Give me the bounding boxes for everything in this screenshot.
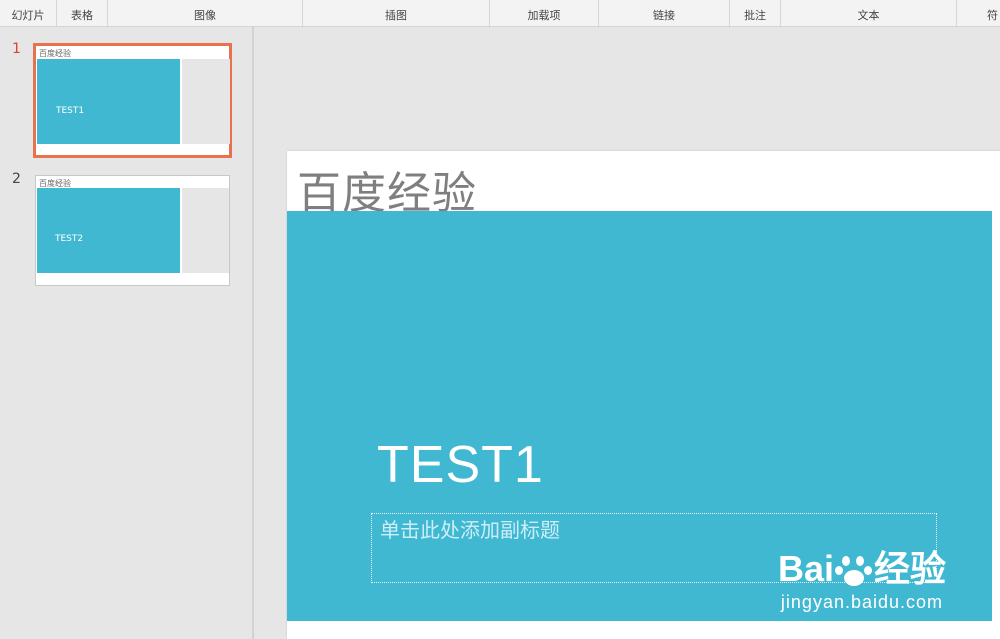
slide-heading[interactable]: TEST1 (377, 435, 544, 495)
slide-thumbnail-2[interactable]: 百度经验 TEST2 (35, 175, 230, 286)
ribbon-group-tables[interactable]: 表格 (57, 0, 108, 26)
paw-icon (834, 554, 874, 588)
ribbon-group-label: 幻灯片 (11, 9, 45, 22)
thumbnail-heading: TEST1 (56, 106, 85, 116)
ribbon-group-label: 插图 (385, 9, 407, 22)
thumbnail-teal-block (37, 188, 180, 273)
thumbnail-teal-block (37, 59, 180, 144)
slide-thumbnail-1[interactable]: 百度经验 TEST1 (33, 43, 232, 158)
thumbnail-title: 百度经验 (39, 49, 71, 58)
ribbon-group-label: 文本 (857, 9, 880, 22)
thumbnail-number: 1 (12, 41, 21, 57)
ribbon: 幻灯片 表格 图像 插图 加载项 链接 批注 文本 符 (0, 0, 1000, 27)
ribbon-group-addins[interactable]: 加载项 (490, 0, 599, 26)
watermark-logo-left: Bai (777, 548, 834, 589)
thumbnail-gray-block (182, 59, 230, 144)
ribbon-group-slides[interactable]: 幻灯片 (0, 0, 57, 26)
ribbon-group-comments[interactable]: 批注 (730, 0, 781, 26)
thumbnail-number: 2 (12, 171, 21, 187)
watermark-logo-right: 经验 (873, 548, 946, 589)
ribbon-group-symbols[interactable]: 符 (957, 0, 1000, 26)
ribbon-group-links[interactable]: 链接 (599, 0, 730, 26)
ribbon-group-illustrations[interactable]: 插图 (303, 0, 490, 26)
watermark-logo: Bai 经验 (778, 540, 946, 592)
ribbon-group-label: 图像 (194, 9, 216, 22)
watermark-url: jingyan.baidu.com (780, 592, 944, 612)
ribbon-group-images[interactable]: 图像 (108, 0, 303, 26)
ribbon-group-text[interactable]: 文本 (781, 0, 957, 26)
subtitle-placeholder-text: 单击此处添加副标题 (380, 518, 560, 542)
baidu-jingyan-watermark: Bai 经验 jingyan.baidu.com (778, 540, 946, 613)
ribbon-group-label: 链接 (653, 9, 675, 22)
ribbon-group-label: 批注 (744, 9, 766, 22)
ribbon-group-label: 表格 (71, 9, 93, 22)
thumbnail-gray-block (182, 188, 229, 273)
ribbon-group-label: 符 (987, 9, 998, 22)
thumbnail-heading: TEST2 (55, 234, 84, 244)
pane-splitter[interactable] (252, 27, 254, 639)
ribbon-group-label: 加载项 (527, 9, 561, 22)
slide-right-strip (992, 211, 1000, 621)
